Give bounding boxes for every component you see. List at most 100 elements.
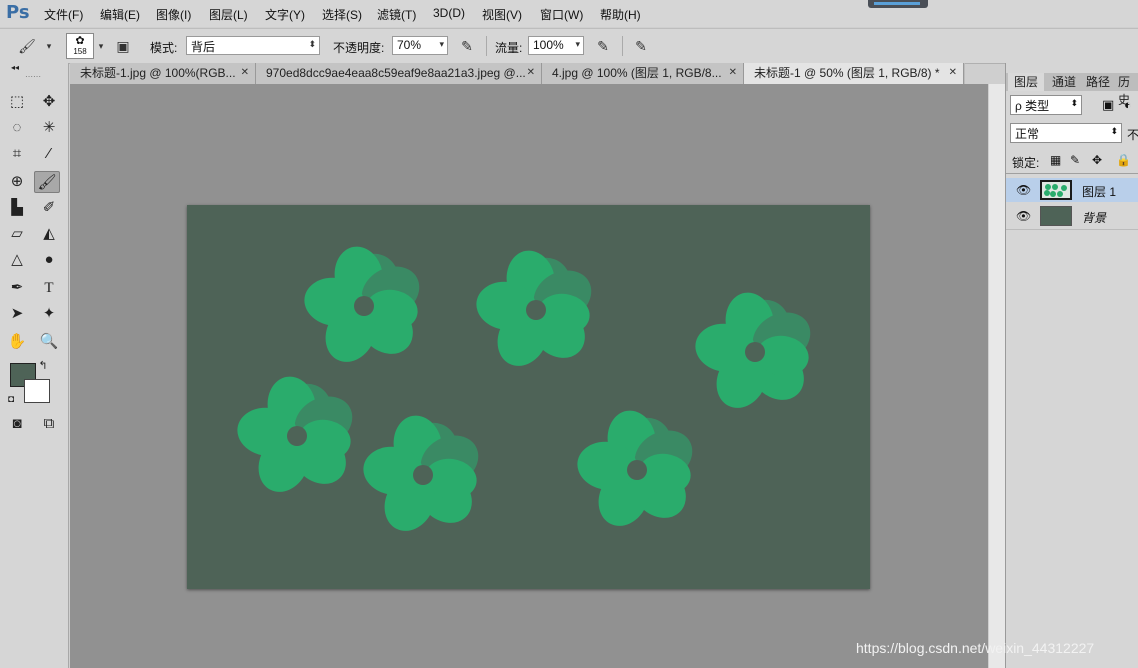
layer-thumbnail [1040, 180, 1072, 200]
layer-name: 图层 1 [1082, 185, 1117, 199]
menu-help[interactable]: 帮助(H) [600, 6, 641, 23]
swap-colors-icon[interactable]: ↰ [34, 355, 52, 377]
brush-tool-icon[interactable]: 🖌 [34, 171, 60, 193]
grip-icon[interactable]: ⋯⋯ [20, 73, 46, 81]
options-bar: 🖌 ▾ ✿ 158 ▾ ▣ 模式: 背后 ⬍ 不透明度: 70% ▾ ✎ 流量:… [0, 28, 1138, 64]
visibility-eye-icon[interactable]: 👁 [1016, 209, 1031, 223]
window-indicator [868, 0, 928, 8]
select-arrow-icon: ⬍ [308, 39, 316, 49]
spot-healing-tool-icon[interactable]: ⊕ [4, 171, 30, 193]
tab-channels[interactable]: 通道 [1046, 73, 1082, 91]
layer-row-layer1[interactable]: 👁 图层 1 [1006, 178, 1138, 202]
pressure-size-icon[interactable]: ✎ [632, 37, 650, 55]
flower-6 [574, 406, 702, 535]
visibility-eye-icon[interactable]: 👁 [1016, 183, 1031, 197]
vertical-scrollbar[interactable] [988, 84, 1005, 668]
adjustment-filter-icon[interactable]: ◐ [1124, 97, 1132, 112]
crop-tool-icon[interactable]: ⌗ [4, 143, 30, 165]
magic-wand-tool-icon[interactable]: ✳ [36, 117, 62, 139]
flower-1 [301, 242, 429, 371]
lock-all-icon[interactable]: 🔒 [1116, 153, 1131, 167]
tab-layers[interactable]: 图层 [1008, 73, 1045, 91]
menu-3d[interactable]: 3D(D) [433, 6, 465, 20]
menu-file[interactable]: 文件(F) [44, 6, 83, 23]
hand-tool-icon[interactable]: ✋ [4, 331, 30, 353]
menu-image[interactable]: 图像(I) [156, 6, 191, 23]
history-brush-tool-icon[interactable]: ✐ [36, 197, 62, 219]
layer-filter-select[interactable]: ρ 类型 ⬍ [1010, 95, 1082, 115]
clone-stamp-tool-icon[interactable]: ▙ [4, 197, 30, 219]
tab-history[interactable]: 历史 [1112, 73, 1138, 107]
screen-mode-icon[interactable]: ⧉ [36, 413, 62, 435]
blend-mode-select[interactable]: 正常 ⬍ [1010, 123, 1122, 143]
brush-size-value: 158 [73, 47, 87, 56]
close-icon[interactable]: ✕ [527, 63, 535, 83]
dodge-tool-icon[interactable]: ● [36, 249, 62, 271]
close-icon[interactable]: ✕ [729, 63, 737, 83]
brush-panel-toggle-icon[interactable]: ▣ [114, 37, 132, 55]
menu-view[interactable]: 视图(V) [482, 6, 522, 23]
brush-preset-picker[interactable]: ✿ 158 [66, 33, 94, 59]
menu-layer[interactable]: 图层(L) [209, 6, 248, 23]
tab-document-4-active[interactable]: 未标题-1 @ 50% (图层 1, RGB/8) * ✕ [744, 63, 964, 84]
layer-row-background[interactable]: 👁 背景 [1006, 204, 1138, 228]
default-colors-icon[interactable]: ◘ [2, 389, 20, 411]
flow-input[interactable]: 100% ▾ [528, 36, 584, 55]
airbrush-icon[interactable]: ✎ [594, 37, 612, 55]
paint-bucket-tool-icon[interactable]: ◭ [36, 223, 62, 245]
eyedropper-tool-icon[interactable]: ⁄ [36, 143, 62, 165]
zoom-tool-icon[interactable]: 🔍 [36, 331, 62, 353]
brush-preset-dropdown-icon[interactable]: ▾ [92, 37, 110, 55]
pen-tool-icon[interactable]: ✒ [4, 277, 30, 299]
blur-tool-icon[interactable]: △ [4, 249, 30, 271]
layer-name: 背景 [1082, 211, 1107, 225]
layer-thumbnail-preview [1044, 184, 1067, 197]
quick-mask-icon[interactable]: ◙ [4, 413, 30, 435]
divider [1006, 173, 1138, 174]
opacity-value: 70% [397, 38, 422, 52]
opacity-input[interactable]: 70% ▾ [392, 36, 448, 55]
flower-5 [360, 411, 488, 540]
tab-paths[interactable]: 路径 [1080, 73, 1116, 91]
menu-select[interactable]: 选择(S) [322, 6, 362, 23]
menu-filter[interactable]: 滤镜(T) [377, 6, 416, 23]
dropdown-arrow-icon[interactable]: ▾ [575, 39, 580, 50]
menu-type[interactable]: 文字(Y) [265, 6, 305, 23]
dropdown-arrow-icon[interactable]: ▾ [439, 39, 444, 50]
pressure-opacity-icon[interactable]: ✎ [458, 37, 476, 55]
brush-tool-icon[interactable]: 🖌 [18, 37, 36, 55]
image-filter-icon[interactable]: ▣ [1102, 97, 1114, 113]
lock-label: 锁定: [1012, 156, 1040, 170]
marquee-tool-icon[interactable]: ⬚ [4, 91, 30, 113]
menu-window[interactable]: 窗口(W) [540, 6, 583, 23]
lock-position-icon[interactable]: ✥ [1092, 153, 1102, 167]
path-selection-tool-icon[interactable]: ➤ [4, 303, 30, 325]
tools-panel: ◂◂ ⋯⋯ ⬚ ✥ ◌ ✳ ⌗ ⁄ ⊕ 🖌 ▙ ✐ ▱ ◭ △ ● ✒ T ➤ … [0, 63, 69, 668]
document-canvas[interactable] [187, 205, 870, 589]
custom-shape-tool-icon[interactable]: ✦ [36, 303, 62, 325]
flow-label: 流量: [495, 41, 523, 55]
tool-preset-dropdown-icon[interactable]: ▾ [40, 37, 58, 55]
menu-bar: Ps 文件(F) 编辑(E) 图像(I) 图层(L) 文字(Y) 选择(S) 滤… [0, 0, 1138, 27]
lasso-tool-icon[interactable]: ◌ [4, 117, 30, 139]
divider [1006, 229, 1138, 230]
tab-document-1[interactable]: 未标题-1.jpg @ 100%(RGB... ✕ [70, 63, 256, 84]
tab-document-3[interactable]: 4.jpg @ 100% (图层 1, RGB/8... ✕ [542, 63, 744, 84]
move-tool-icon[interactable]: ✥ [36, 91, 62, 113]
type-tool-icon[interactable]: T [36, 277, 62, 299]
lock-transparent-icon[interactable]: ▦ [1050, 153, 1061, 167]
close-icon[interactable]: ✕ [949, 63, 957, 83]
close-icon[interactable]: ✕ [241, 63, 249, 83]
tab-document-2[interactable]: 970ed8dcc9ae4eaa8c59eaf9e8aa21a3.jpeg @.… [256, 63, 542, 84]
lock-image-icon[interactable]: ✎ [1070, 153, 1080, 167]
mode-select[interactable]: 背后 ⬍ [186, 36, 320, 55]
photoshop-logo: Ps [6, 2, 30, 23]
menu-edit[interactable]: 编辑(E) [100, 6, 140, 23]
mode-label: 模式: [150, 41, 178, 55]
background-color-swatch[interactable] [24, 379, 50, 403]
eraser-tool-icon[interactable]: ▱ [4, 223, 30, 245]
tab-label: 4.jpg @ 100% (图层 1, RGB/8... [552, 66, 722, 80]
layers-panel: 图层 通道 路径 历史 ρ 类型 ⬍ ▣ ◐ 正常 ⬍ 不 锁定: ▦ ✎ ✥ … [1005, 63, 1138, 668]
flower-3 [692, 288, 820, 417]
separator [622, 36, 623, 56]
